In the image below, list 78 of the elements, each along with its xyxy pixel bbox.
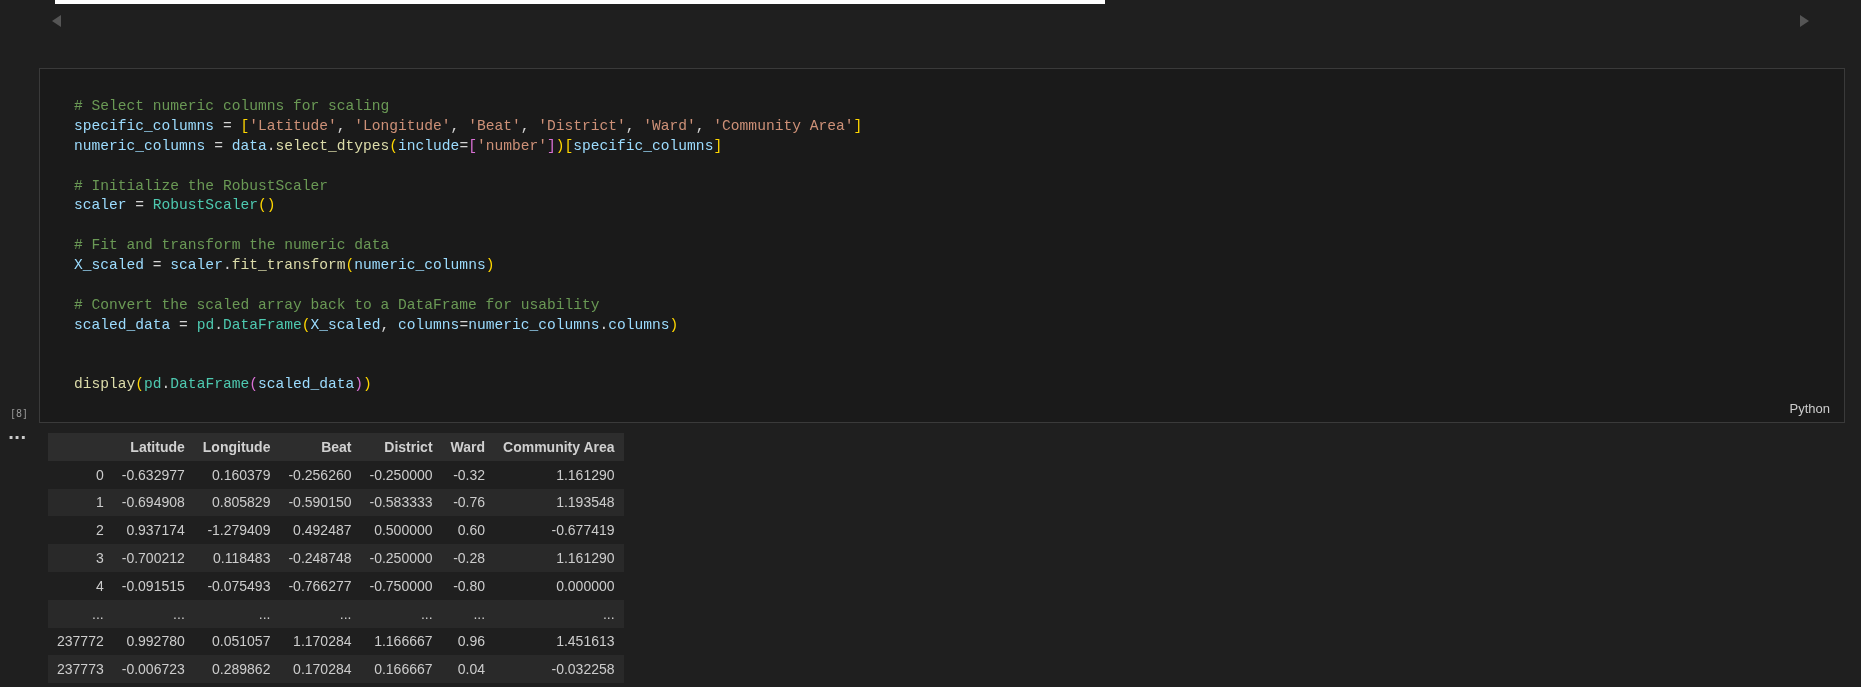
scroll-right-icon[interactable] xyxy=(1800,15,1809,27)
table-cell: 0.937174 xyxy=(112,516,194,545)
row-index: 4 xyxy=(48,572,113,600)
row-index: ... xyxy=(48,599,113,628)
table-cell: ... xyxy=(193,599,280,628)
table-cell: ... xyxy=(441,599,495,628)
code-line: # Initialize the RobustScaler xyxy=(74,176,329,196)
row-index: 2 xyxy=(48,516,113,545)
execution-count: [8] xyxy=(10,408,29,419)
table-cell: -0.32 xyxy=(441,460,495,489)
table-cell: -0.80 xyxy=(441,572,495,600)
row-index: 237772 xyxy=(48,627,113,656)
table-cell: ... xyxy=(360,599,442,628)
table-cell: -0.256260 xyxy=(279,460,361,489)
table-cell: 1.161290 xyxy=(494,544,624,572)
table-cell: -0.677419 xyxy=(494,516,624,545)
table-cell: -0.250000 xyxy=(360,460,442,489)
table-cell: -0.700212 xyxy=(112,544,194,572)
table-cell: -0.250000 xyxy=(360,544,442,572)
table-cell: 0.051057 xyxy=(193,627,280,656)
table-cell: -0.006723 xyxy=(112,655,194,684)
table-cell: -0.075493 xyxy=(193,572,280,600)
table-cell: 0.170284 xyxy=(279,655,361,684)
code-line: scaled_data = pd.DataFrame(X_scaled, columns=numeric_columns.columns) xyxy=(74,315,680,335)
table-cell: 1.170284 xyxy=(279,627,361,656)
table-cell: 1.166667 xyxy=(360,627,442,656)
scroll-left-icon[interactable] xyxy=(52,15,61,27)
table-cell: -0.750000 xyxy=(360,572,442,600)
code-line: numeric_columns = data.select_dtypes(include=['number'])[specific_columns] xyxy=(74,136,724,156)
code-line: # Fit and transform the numeric data xyxy=(74,236,391,256)
table-cell: 1.451613 xyxy=(494,627,624,656)
table-cell: 1.193548 xyxy=(494,488,624,517)
table-cell: -0.590150 xyxy=(279,488,361,517)
column-header: Longitude xyxy=(193,433,280,461)
code-line: scaler = RobustScaler() xyxy=(74,196,277,216)
table-cell: 0.805829 xyxy=(193,488,280,517)
column-header: District xyxy=(360,433,442,461)
table-cell: ... xyxy=(112,599,194,628)
table-cell: ... xyxy=(494,599,624,628)
table-cell: 0.60 xyxy=(441,516,495,545)
code-line: # Convert the scaled array back to a DataFrame for usability xyxy=(74,295,601,315)
table-cell: -1.279409 xyxy=(193,516,280,545)
table-cell: 0.992780 xyxy=(112,627,194,656)
table-cell: -0.091515 xyxy=(112,572,194,600)
table-cell: -0.694908 xyxy=(112,488,194,517)
table-cell: 0.04 xyxy=(441,655,495,684)
table-cell: 0.166667 xyxy=(360,655,442,684)
row-index: 237773 xyxy=(48,655,113,684)
column-header: Latitude xyxy=(112,433,194,461)
column-header: Beat xyxy=(279,433,361,461)
table-cell: 1.161290 xyxy=(494,460,624,489)
table-cell: 0.96 xyxy=(441,627,495,656)
language-label[interactable]: Python xyxy=(1789,401,1830,416)
table-cell: -0.248748 xyxy=(279,544,361,572)
table-cell: -0.28 xyxy=(441,544,495,572)
column-header: Community Area xyxy=(494,433,624,461)
table-cell: -0.766277 xyxy=(279,572,361,600)
table-cell: 0.289862 xyxy=(193,655,280,684)
code-cell[interactable] xyxy=(39,68,1845,423)
table-cell: -0.76 xyxy=(441,488,495,517)
code-line: # Select numeric columns for scaling xyxy=(74,97,391,116)
table-cell: 0.160379 xyxy=(193,460,280,489)
row-index: 3 xyxy=(48,544,113,572)
code-line: specific_columns = ['Latitude', 'Longitude', 'Beat', 'District', 'Ward', 'Community Area'] xyxy=(74,116,864,136)
table-cell: -0.032258 xyxy=(494,655,624,684)
row-index: 1 xyxy=(48,488,113,517)
table-cell: 0.500000 xyxy=(360,516,442,545)
row-index: 0 xyxy=(48,460,113,489)
table-cell: 0.118483 xyxy=(193,544,280,572)
table-cell: 0.492487 xyxy=(279,516,361,545)
table-cell: 0.000000 xyxy=(494,572,624,600)
output-menu-button[interactable]: ... xyxy=(8,427,27,441)
table-cell: ... xyxy=(279,599,361,628)
table-cell: -0.632977 xyxy=(112,460,194,489)
column-header: Ward xyxy=(441,433,495,461)
code-line: display(pd.DataFrame(scaled_data)) xyxy=(74,375,373,395)
code-line: X_scaled = scaler.fit_transform(numeric_columns) xyxy=(74,256,496,276)
table-cell: -0.583333 xyxy=(360,488,442,517)
